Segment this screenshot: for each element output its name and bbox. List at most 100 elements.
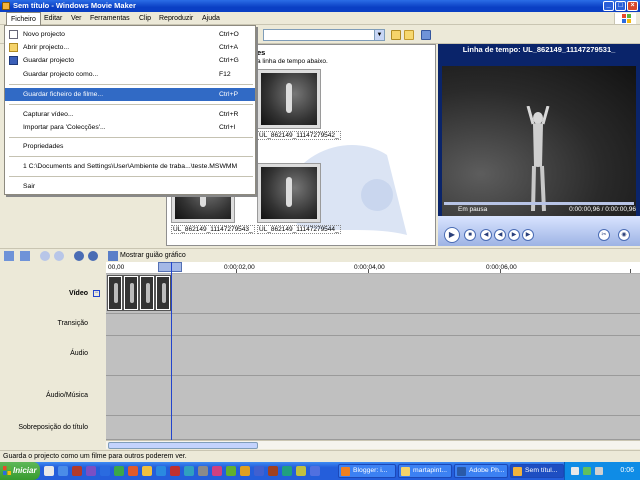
maximize-button[interactable]: □ bbox=[615, 1, 626, 11]
quicklaunch-icon[interactable] bbox=[170, 466, 180, 476]
ruler-tick bbox=[368, 269, 369, 273]
quicklaunch-icon[interactable] bbox=[254, 466, 264, 476]
browser-icon bbox=[341, 467, 350, 476]
next-frame-button[interactable]: ▶ bbox=[522, 229, 534, 241]
menu-edit[interactable]: Editar bbox=[40, 12, 66, 25]
menu-properties[interactable]: Propriedades bbox=[5, 140, 255, 153]
chevron-down-icon[interactable]: ▼ bbox=[374, 30, 384, 40]
quicklaunch-icon[interactable] bbox=[184, 466, 194, 476]
time-ruler[interactable]: 00,00 0:00:02,00 0:00:04,00 0:00:06,00 bbox=[106, 262, 640, 274]
clock[interactable]: 0:06 bbox=[620, 467, 634, 474]
quicklaunch-icon[interactable] bbox=[268, 466, 278, 476]
play-timeline-icon[interactable] bbox=[88, 251, 98, 261]
up-folder-icon[interactable] bbox=[391, 30, 401, 40]
clip-thumbnail[interactable]: UL_862149_11147279544_ bbox=[257, 163, 341, 234]
rewind-button[interactable]: ◀ bbox=[494, 229, 506, 241]
task-martapint[interactable]: martapint... bbox=[398, 464, 452, 478]
quicklaunch-icon[interactable] bbox=[310, 466, 320, 476]
quicklaunch-icon[interactable] bbox=[72, 466, 82, 476]
stop-button[interactable]: ■ bbox=[464, 229, 476, 241]
timeline-clip[interactable] bbox=[139, 275, 155, 311]
previous-frame-button[interactable]: ◀ bbox=[480, 229, 492, 241]
open-folder-icon bbox=[9, 43, 18, 52]
scroll-thumb[interactable] bbox=[108, 442, 258, 449]
transition-track[interactable] bbox=[106, 314, 640, 336]
menu-open-project[interactable]: Abrir projecto... Ctrl+A bbox=[5, 41, 255, 54]
tray-icon[interactable] bbox=[583, 467, 591, 475]
quicklaunch-icon[interactable] bbox=[142, 466, 152, 476]
quicklaunch-icon[interactable] bbox=[156, 466, 166, 476]
collapse-track-icon[interactable]: − bbox=[93, 290, 100, 297]
quicklaunch-icon[interactable] bbox=[86, 466, 96, 476]
quicklaunch-icon[interactable] bbox=[282, 466, 292, 476]
play-button[interactable]: ▶ bbox=[444, 227, 460, 243]
menu-recent-file[interactable]: 1 C:\Documents and Settings\User\Ambient… bbox=[5, 160, 255, 173]
menu-clip[interactable]: Clip bbox=[135, 12, 155, 25]
task-blogger[interactable]: Blogger: i... bbox=[338, 464, 396, 478]
collection-dropdown[interactable]: ▼ bbox=[263, 29, 385, 41]
menu-save-movie-file[interactable]: Guardar ficheiro de filme... Ctrl+P bbox=[5, 88, 255, 101]
timeline-clip[interactable] bbox=[107, 275, 123, 311]
title-overlay-track[interactable] bbox=[106, 416, 640, 440]
ruler-tick bbox=[630, 269, 631, 273]
quicklaunch-icon[interactable] bbox=[128, 466, 138, 476]
forward-button[interactable]: ▶ bbox=[508, 229, 520, 241]
rewind-timeline-icon[interactable] bbox=[74, 251, 84, 261]
quicklaunch-icon[interactable] bbox=[198, 466, 208, 476]
audio-track[interactable] bbox=[106, 336, 640, 376]
quicklaunch-icon[interactable] bbox=[44, 466, 54, 476]
menu-capture-video[interactable]: Capturar vídeo... Ctrl+R bbox=[5, 108, 255, 121]
status-text: Guarda o projecto como um filme para out… bbox=[3, 453, 187, 460]
volume-icon[interactable] bbox=[595, 467, 603, 475]
audio-music-track[interactable] bbox=[106, 376, 640, 416]
playhead[interactable] bbox=[171, 262, 172, 440]
new-folder-icon[interactable] bbox=[404, 30, 414, 40]
quicklaunch-icon[interactable] bbox=[58, 466, 68, 476]
ruler-tick bbox=[236, 269, 237, 273]
split-clip-button[interactable]: ✂ bbox=[598, 229, 610, 241]
menu-play[interactable]: Reproduzir bbox=[155, 12, 197, 25]
task-movie-maker[interactable]: Sem títul... bbox=[510, 464, 564, 478]
track-label-title-overlay: Sobreposição do título bbox=[18, 424, 88, 431]
timeline-scrollbar[interactable] bbox=[106, 440, 640, 449]
title-bar: Sem título - Windows Movie Maker _ □ × bbox=[0, 0, 640, 12]
start-button[interactable]: Iniciar bbox=[0, 462, 40, 480]
track-label-video: Vídeo bbox=[68, 290, 88, 297]
quicklaunch-icon[interactable] bbox=[212, 466, 222, 476]
timeline-clip[interactable] bbox=[155, 275, 171, 311]
task-adobe-photoshop[interactable]: Adobe Ph... bbox=[454, 464, 508, 478]
menu-save-project[interactable]: Guardar projecto Ctrl+G bbox=[5, 54, 255, 67]
quicklaunch-icon[interactable] bbox=[114, 466, 124, 476]
menu-new-project[interactable]: Novo projecto Ctrl+O bbox=[5, 28, 255, 41]
close-button[interactable]: × bbox=[627, 1, 638, 11]
narrate-icon[interactable] bbox=[20, 251, 30, 261]
menu-tools[interactable]: Ferramentas bbox=[86, 12, 134, 25]
snapshot-button[interactable]: ◉ bbox=[618, 229, 630, 241]
show-storyboard-button[interactable]: Mostrar guião gráfico bbox=[120, 252, 186, 259]
minimize-button[interactable]: _ bbox=[603, 1, 614, 11]
zoom-in-icon[interactable] bbox=[40, 251, 50, 261]
menu-help[interactable]: Ajuda bbox=[198, 12, 224, 25]
clip-thumbnail[interactable]: UL_862149_11147279542_ bbox=[257, 69, 341, 140]
playhead-marker[interactable] bbox=[158, 262, 182, 272]
menu-exit[interactable]: Sair bbox=[5, 180, 255, 193]
windows-logo-icon bbox=[614, 13, 636, 24]
quicklaunch-icon[interactable] bbox=[226, 466, 236, 476]
quicklaunch-icon[interactable] bbox=[296, 466, 306, 476]
quicklaunch-icon[interactable] bbox=[240, 466, 250, 476]
playback-status: Em pausa bbox=[458, 206, 488, 213]
set-audio-levels-icon[interactable] bbox=[4, 251, 14, 261]
menu-file[interactable]: Ficheiro bbox=[6, 12, 41, 25]
menu-separator bbox=[9, 156, 253, 157]
views-icon[interactable] bbox=[421, 30, 431, 40]
storyboard-icon[interactable] bbox=[108, 251, 118, 261]
menu-view[interactable]: Ver bbox=[67, 12, 86, 25]
menu-import[interactable]: Importar para 'Colecções'... Ctrl+I bbox=[5, 121, 255, 134]
file-menu-dropdown: Novo projecto Ctrl+O Abrir projecto... C… bbox=[4, 25, 256, 195]
menu-save-project-as[interactable]: Guardar projecto como... F12 bbox=[5, 68, 255, 81]
video-track[interactable] bbox=[106, 274, 640, 314]
timeline-clip[interactable] bbox=[123, 275, 139, 311]
zoom-out-icon[interactable] bbox=[54, 251, 64, 261]
quicklaunch-icon[interactable] bbox=[100, 466, 110, 476]
tray-icon[interactable] bbox=[571, 467, 579, 475]
